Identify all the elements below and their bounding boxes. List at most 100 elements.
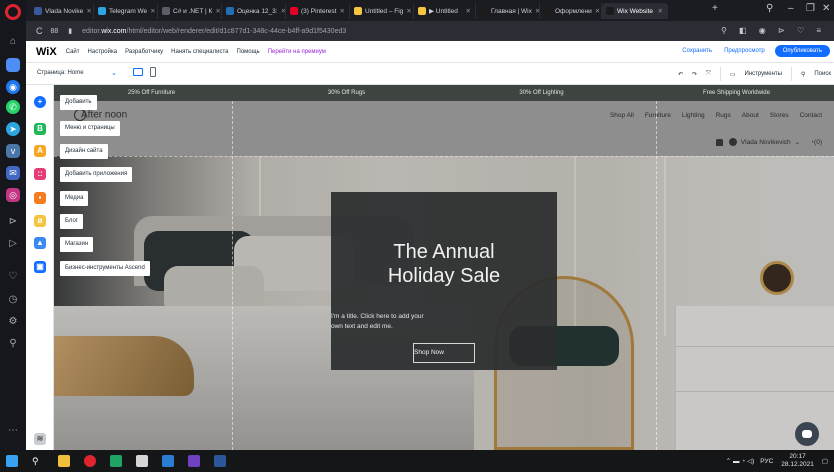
close-tab-icon[interactable]: ✕ (592, 7, 600, 15)
nav-lighting[interactable]: Lighting (682, 112, 705, 119)
media-icon[interactable]: ▪ (34, 192, 46, 204)
app-icon[interactable] (162, 455, 174, 467)
home-icon[interactable]: ⌂ (7, 36, 19, 48)
site-user[interactable]: Vlada Novikevich ⌄ ◔ (0) (715, 138, 822, 146)
nav-about[interactable]: About (742, 112, 759, 119)
hero-title[interactable]: The Annual Holiday Sale (331, 240, 557, 288)
search-icon[interactable]: ⚲ (801, 71, 805, 78)
upgrade-premium-link[interactable]: Перейти на премиум (268, 49, 326, 55)
close-window-icon[interactable]: ✕ (822, 3, 830, 14)
browser-tab[interactable]: Wix Website ✕ (602, 3, 668, 19)
add-menu-item[interactable]: Меню и страницы (60, 121, 120, 136)
shop-now-button[interactable]: Shop Now (413, 343, 475, 363)
url-field[interactable]: editor.wix.com/html/editor/web/renderer/… (82, 28, 346, 35)
nav-rugs[interactable]: Rugs (716, 112, 731, 119)
site-header[interactable]: After noon Shop All Furniture Lighting R… (54, 101, 834, 156)
add-menu-item[interactable]: Добавить (60, 95, 97, 110)
tray-icons[interactable]: ⌃ ▬ ◔ ◁) (726, 457, 754, 465)
browser-tab[interactable]: Оценка 12_3: ✕ (222, 3, 286, 19)
menu-site[interactable]: Сайт (66, 49, 80, 55)
close-tab-icon[interactable]: ✕ (655, 7, 663, 15)
search-tabs-icon[interactable]: ⚲ (766, 3, 773, 14)
clock[interactable]: 20:17 28.12.2021 (781, 453, 814, 469)
start-icon[interactable] (6, 455, 18, 467)
add-menu-item[interactable]: Дизайн сайта (60, 144, 108, 159)
app-icon[interactable] (136, 455, 148, 467)
aria-icon[interactable] (6, 58, 20, 72)
close-tab-icon[interactable]: ✕ (337, 7, 345, 15)
language-indicator[interactable]: РУС (760, 458, 773, 465)
add-menu-item[interactable]: Блог (60, 214, 83, 229)
close-tab-icon[interactable]: ✕ (83, 7, 91, 15)
speed-dial-icon[interactable]: 88 (51, 28, 59, 35)
avatar[interactable] (728, 138, 737, 146)
chat-button[interactable] (795, 422, 819, 446)
add-menu-item[interactable]: Бизнес-инструменты Ascend (60, 261, 150, 276)
new-tab-button[interactable]: + (712, 3, 718, 14)
messenger-icon[interactable]: ◉ (6, 80, 20, 94)
pin-icon[interactable]: ⚲ (7, 338, 19, 350)
add-plus-icon[interactable]: + (34, 96, 46, 108)
editor-canvas[interactable]: 25% Off Furniture 30% Off Rugs 30% Off L… (54, 85, 834, 450)
menu-developer[interactable]: Разработчику (125, 49, 163, 55)
pages-icon[interactable]: B (34, 123, 46, 135)
app-icon[interactable] (110, 455, 122, 467)
nav-stores[interactable]: Stores (770, 112, 789, 119)
blog-icon[interactable]: ø (34, 215, 46, 227)
telegram-icon[interactable]: ➤ (6, 122, 20, 136)
desktop-view-icon[interactable] (133, 68, 143, 76)
browser-tab[interactable]: Untitled – Fig ✕ (350, 3, 414, 19)
nav-furniture[interactable]: Furniture (645, 112, 671, 119)
add-menu-item[interactable]: Магазин (60, 237, 94, 252)
explorer-icon[interactable] (58, 455, 70, 467)
tools-button[interactable]: Инструменты (745, 71, 782, 77)
close-tab-icon[interactable]: ✕ (212, 7, 220, 15)
vk-icon[interactable]: v (6, 144, 20, 158)
whatsapp-icon[interactable]: ✆ (6, 100, 20, 114)
notifications-icon[interactable]: ▢ (822, 457, 828, 465)
layers-icon[interactable]: ≋ (34, 433, 46, 445)
chevron-down-icon[interactable]: ⌄ (111, 69, 117, 77)
opera-logo-icon[interactable] (5, 4, 21, 20)
undo-icon[interactable]: ↶ (678, 71, 683, 78)
heart-icon[interactable]: ♡ (7, 271, 19, 283)
browser-tab[interactable]: C# и .NET | К ✕ (158, 3, 222, 19)
menu-help[interactable]: Помощь (237, 49, 260, 55)
menu-hire[interactable]: Нанять специалиста (171, 49, 228, 55)
page-selector[interactable]: Страница: Home (37, 70, 84, 76)
vscode-icon[interactable] (188, 455, 200, 467)
redo-icon[interactable]: ↷ (692, 71, 697, 78)
more-icon[interactable]: ⋯ (7, 425, 19, 437)
ascend-icon[interactable]: ▣ (34, 261, 46, 273)
browser-tab[interactable]: Главная | Wix ✕ (476, 3, 540, 19)
close-tab-icon[interactable]: ✕ (532, 7, 539, 15)
browser-tab[interactable]: Vlada Novike ✕ (30, 3, 94, 19)
maximize-icon[interactable]: ❐ (806, 3, 815, 14)
instagram-icon[interactable]: ◎ (6, 188, 20, 202)
user-name[interactable]: Vlada Novikevich (741, 139, 791, 146)
preview-button[interactable]: Предпросмотр (724, 48, 765, 54)
browser-tab[interactable]: (3) Pinterest ✕ (286, 3, 350, 19)
nav-shop-all[interactable]: Shop All (610, 112, 634, 119)
store-icon[interactable]: ▲ (34, 237, 46, 249)
add-menu-item[interactable]: Медиа (60, 191, 89, 206)
player-icon[interactable]: ⊳ (7, 216, 19, 228)
minimize-icon[interactable]: – (788, 3, 794, 14)
chevron-down-icon[interactable]: ⌄ (795, 138, 800, 146)
send-icon[interactable]: ▷ (7, 238, 19, 250)
browser-tab[interactable]: Telegram We ✕ (94, 3, 158, 19)
tools-icon[interactable]: ▭ (730, 71, 736, 78)
hero-subtitle[interactable]: I'm a title. Click here to add your own t… (331, 312, 557, 332)
close-tab-icon[interactable]: ✕ (147, 7, 155, 15)
close-tab-icon[interactable]: ✕ (278, 7, 285, 15)
address-bar-actions[interactable]: ⚲ ◧ ◉ ⊳ ♡ ≡ (721, 26, 826, 35)
settings-icon[interactable]: ⚙ (7, 316, 19, 328)
add-menu-item[interactable]: Добавить приложения (60, 167, 133, 182)
apps-icon[interactable]: :: (34, 168, 46, 180)
promo-strip[interactable]: 25% Off Furniture 30% Off Rugs 30% Off L… (54, 85, 834, 101)
opera-icon[interactable] (84, 455, 96, 467)
wix-logo[interactable]: WiX (36, 46, 57, 58)
mail-icon[interactable]: ✉ (6, 166, 20, 180)
search-icon[interactable]: ⚲ (32, 455, 44, 467)
bell-icon[interactable] (715, 138, 723, 146)
